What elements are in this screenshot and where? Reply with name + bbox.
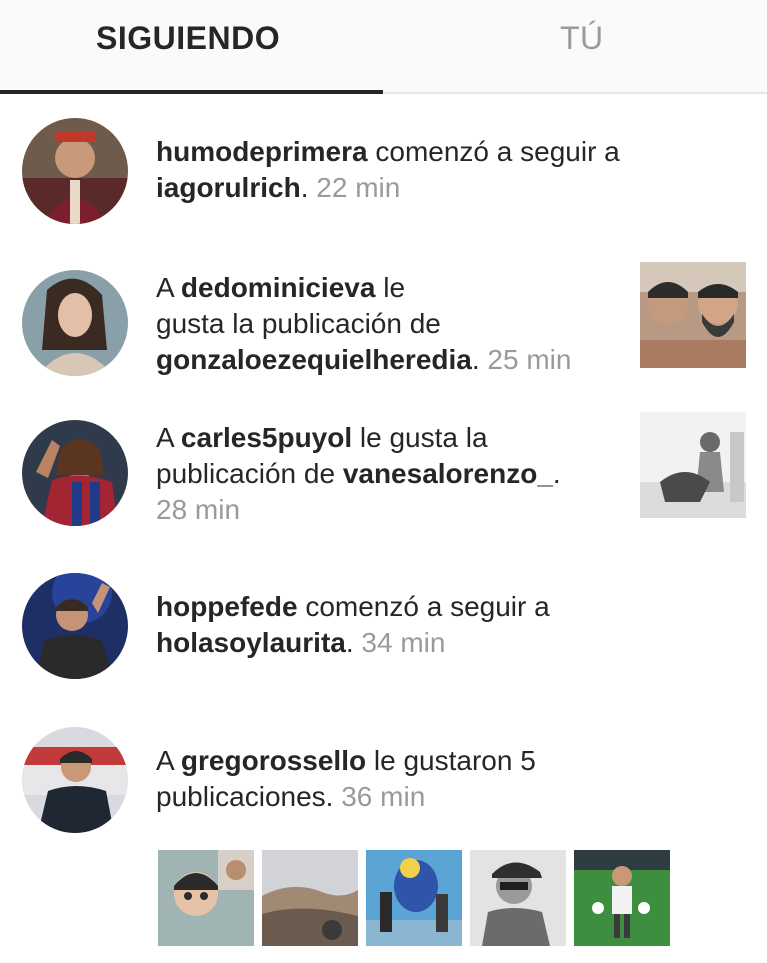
active-tab-indicator <box>0 90 383 94</box>
activity-text: A gregorossello le gustaron 5 publicacio… <box>156 743 536 815</box>
username-link[interactable]: dedominicieva <box>181 272 376 303</box>
avatar[interactable] <box>22 727 128 833</box>
activity-action: comenzó a seguir a <box>367 136 620 167</box>
target-username-link[interactable]: iagorulrich <box>156 172 301 203</box>
timestamp: 22 min <box>316 172 401 203</box>
punctuation: . <box>471 344 480 375</box>
target-username-link[interactable]: gonzaloezequielheredia <box>156 344 472 375</box>
punctuation: . <box>552 458 561 489</box>
punctuation: . <box>300 172 309 203</box>
prefix: A <box>156 422 181 453</box>
avatar[interactable] <box>22 270 128 376</box>
activity-tabs: SIGUIENDO TÚ <box>0 0 767 94</box>
username-link[interactable]: humodeprimera <box>156 136 368 167</box>
timestamp: 25 min <box>487 344 572 375</box>
username-link[interactable]: gregorossello <box>181 745 366 776</box>
tab-following[interactable]: SIGUIENDO <box>96 20 280 57</box>
post-thumbnail[interactable] <box>366 850 462 946</box>
post-thumbnail[interactable] <box>158 850 254 946</box>
activity-text: humodeprimera comenzó a seguir a iagorul… <box>156 134 620 206</box>
avatar[interactable] <box>22 420 128 526</box>
post-thumbnail[interactable] <box>574 850 670 946</box>
prefix: A <box>156 745 181 776</box>
post-thumbnail[interactable] <box>640 412 746 518</box>
username-link[interactable]: carles5puyol <box>181 422 352 453</box>
activity-action: le gustaron 5 <box>366 745 536 776</box>
activity-action: publicación de <box>156 458 343 489</box>
activity-action: publicaciones <box>156 781 326 812</box>
post-thumbnail[interactable] <box>470 850 566 946</box>
target-username-link[interactable]: vanesalorenzo_ <box>343 458 553 489</box>
username-link[interactable]: hoppefede <box>156 591 298 622</box>
timestamp: 28 min <box>156 494 241 525</box>
activity-text: A carles5puyol le gusta la publicación d… <box>156 420 561 528</box>
activity-action: gusta la publicación de <box>156 308 441 339</box>
timestamp: 34 min <box>361 627 446 658</box>
avatar[interactable] <box>22 118 128 224</box>
activity-action: comenzó a seguir a <box>297 591 550 622</box>
liked-posts-row <box>158 850 688 950</box>
post-thumbnail[interactable] <box>640 262 746 368</box>
activity-action: le <box>375 272 406 303</box>
activity-text: A dedominicieva le gusta la publicación … <box>156 270 571 378</box>
tab-you[interactable]: TÚ <box>560 20 604 57</box>
punctuation: . <box>325 781 334 812</box>
punctuation: . <box>345 627 354 658</box>
activity-text: hoppefede comenzó a seguir a holasoylaur… <box>156 589 550 661</box>
prefix: A <box>156 272 181 303</box>
target-username-link[interactable]: holasoylaurita <box>156 627 346 658</box>
activity-action: le gusta la <box>352 422 488 453</box>
avatar[interactable] <box>22 573 128 679</box>
timestamp: 36 min <box>341 781 426 812</box>
post-thumbnail[interactable] <box>262 850 358 946</box>
